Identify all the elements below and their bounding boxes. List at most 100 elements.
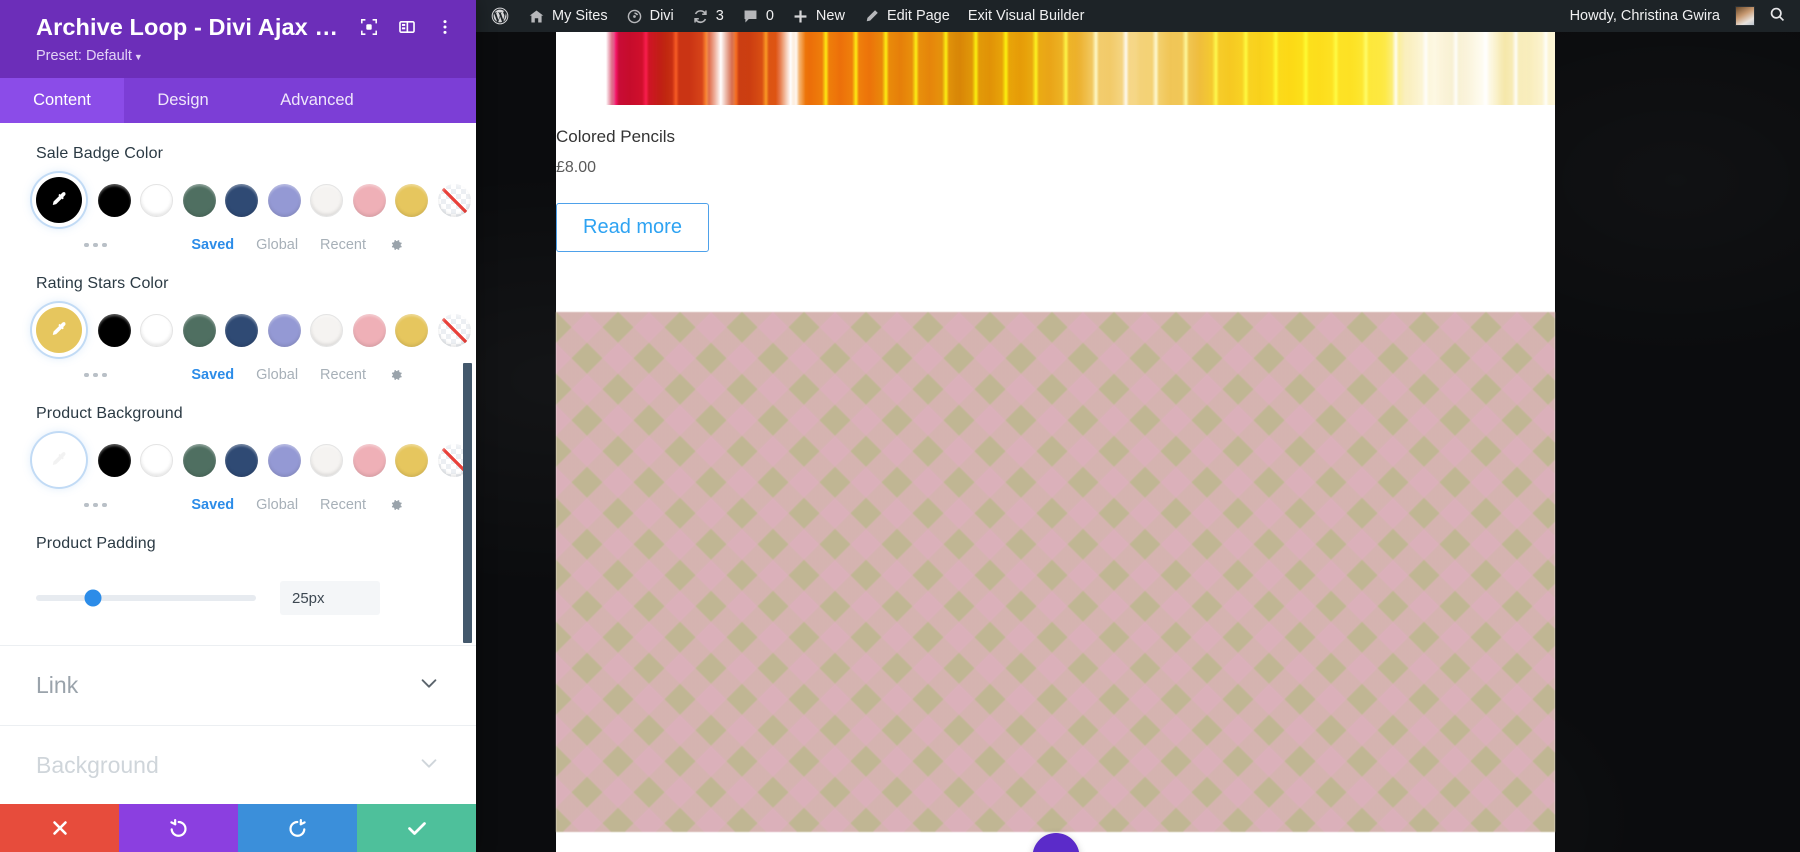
new-content-menu[interactable]: New — [783, 0, 854, 32]
swatch-periwinkle[interactable] — [267, 443, 301, 477]
chevron-down-icon — [418, 672, 440, 699]
updates-icon — [692, 8, 709, 25]
swatch-white[interactable] — [140, 443, 173, 477]
padding-value-input[interactable] — [280, 581, 380, 615]
undo-button[interactable] — [119, 804, 238, 852]
swatch-offwhite[interactable] — [310, 313, 343, 347]
ellipsis-icon[interactable] — [84, 242, 107, 248]
swatch-no-color[interactable] — [437, 313, 471, 347]
swatch-white[interactable] — [140, 183, 173, 217]
color-source-links: Saved Global Recent — [191, 237, 404, 253]
gear-icon[interactable] — [388, 237, 404, 253]
link-recent[interactable]: Recent — [320, 367, 366, 383]
admin-bar-search-button[interactable] — [1757, 6, 1800, 27]
ellipsis-icon[interactable] — [84, 372, 107, 378]
gear-icon[interactable] — [388, 367, 404, 383]
swatch-no-color[interactable] — [437, 183, 471, 217]
updates-menu[interactable]: 3 — [683, 0, 733, 32]
panel-scroll-area: Sale Badge Color Saved Global Recent Rat… — [0, 123, 476, 804]
divi-menu[interactable]: Divi — [617, 0, 683, 32]
swatch-periwinkle[interactable] — [267, 313, 301, 347]
cancel-button[interactable] — [0, 804, 119, 852]
panel-preset-selector[interactable]: Preset: Default ▼ — [36, 41, 454, 78]
ellipsis-icon[interactable] — [84, 502, 107, 508]
panel-preset-label: Preset: Default — [36, 48, 132, 64]
focus-target-icon[interactable] — [360, 18, 378, 36]
swatch-gold[interactable] — [395, 443, 428, 477]
exit-visual-builder-label: Exit Visual Builder — [967, 8, 1085, 24]
swatch-black[interactable] — [97, 443, 131, 477]
updates-count: 3 — [715, 8, 724, 24]
section-toggle-background[interactable]: Background — [0, 726, 476, 804]
panel-body: Sale Badge Color Saved Global Recent Rat… — [0, 123, 476, 852]
my-sites-menu[interactable]: My Sites — [519, 0, 617, 32]
swatch-pink[interactable] — [352, 313, 386, 347]
color-picker-button[interactable] — [36, 177, 82, 223]
link-recent[interactable]: Recent — [320, 237, 366, 253]
edit-page-menu[interactable]: Edit Page — [854, 0, 959, 32]
swatch-gold[interactable] — [395, 313, 428, 347]
section-label: Link — [36, 672, 79, 698]
swatch-navy[interactable] — [225, 183, 258, 217]
link-saved[interactable]: Saved — [191, 367, 234, 383]
tab-content[interactable]: Content — [0, 78, 124, 123]
color-source-links: Saved Global Recent — [191, 367, 404, 383]
swatch-green[interactable] — [182, 183, 216, 217]
comments-icon — [742, 8, 759, 25]
plus-icon — [792, 8, 809, 25]
page-content: Colored Pencils £8.00 Read more — [556, 0, 1555, 852]
section-label: Background — [36, 752, 159, 778]
swatch-periwinkle[interactable] — [267, 183, 301, 217]
swatch-green[interactable] — [182, 443, 216, 477]
read-more-button[interactable]: Read more — [556, 203, 709, 252]
swatch-navy[interactable] — [225, 443, 258, 477]
swatch-green[interactable] — [182, 313, 216, 347]
swatch-pink[interactable] — [352, 183, 386, 217]
link-global[interactable]: Global — [256, 367, 298, 383]
color-picker-button[interactable] — [36, 437, 82, 483]
layout-columns-icon[interactable] — [398, 18, 416, 36]
slider-handle[interactable] — [84, 589, 102, 607]
link-global[interactable]: Global — [256, 497, 298, 513]
link-global[interactable]: Global — [256, 237, 298, 253]
tab-advanced[interactable]: Advanced — [242, 78, 392, 123]
save-button[interactable] — [357, 804, 476, 852]
section-toggle-link[interactable]: Link — [0, 646, 476, 725]
field-label: Product Padding — [36, 535, 156, 552]
swatch-offwhite[interactable] — [310, 183, 343, 217]
swatch-white[interactable] — [140, 313, 173, 347]
account-menu[interactable]: Howdy, Christina Gwira — [1561, 0, 1757, 32]
exit-visual-builder-menu[interactable]: Exit Visual Builder — [959, 0, 1094, 32]
kebab-menu-icon[interactable] — [436, 18, 454, 36]
module-settings-fab[interactable] — [1032, 833, 1079, 852]
swatch-black[interactable] — [97, 183, 131, 217]
product-image-argyle-pattern[interactable] — [556, 312, 1555, 832]
field-label: Sale Badge Color — [36, 145, 164, 162]
panel-title: Archive Loop - Divi Ajax Filt... — [36, 14, 346, 40]
checkmark-icon — [407, 822, 426, 835]
gear-icon[interactable] — [388, 497, 404, 513]
link-recent[interactable]: Recent — [320, 497, 366, 513]
link-saved[interactable]: Saved — [191, 497, 234, 513]
swatch-navy[interactable] — [225, 313, 258, 347]
panel-scrollbar[interactable] — [463, 363, 472, 643]
admin-bar-account-area: Howdy, Christina Gwira — [1561, 0, 1800, 32]
swatch-pink[interactable] — [352, 443, 386, 477]
color-picker-button[interactable] — [36, 307, 82, 353]
divi-module-settings-panel: Archive Loop - Divi Ajax Filt... Preset:… — [0, 0, 476, 852]
redo-button[interactable] — [238, 804, 357, 852]
wp-logo-menu[interactable] — [476, 0, 519, 32]
tab-design[interactable]: Design — [124, 78, 242, 123]
color-sub-row: Saved Global Recent — [36, 223, 440, 253]
divi-dashboard-icon — [626, 8, 643, 25]
swatch-black[interactable] — [97, 313, 131, 347]
panel-header-icons — [360, 14, 454, 36]
product-details: Colored Pencils £8.00 Read more — [556, 105, 1555, 252]
swatch-offwhite[interactable] — [310, 443, 343, 477]
swatch-gold[interactable] — [395, 183, 428, 217]
product-title: Colored Pencils — [556, 127, 676, 146]
pencil-edit-icon — [863, 8, 880, 25]
link-saved[interactable]: Saved — [191, 237, 234, 253]
padding-slider[interactable] — [36, 589, 256, 607]
comments-menu[interactable]: 0 — [733, 0, 783, 32]
